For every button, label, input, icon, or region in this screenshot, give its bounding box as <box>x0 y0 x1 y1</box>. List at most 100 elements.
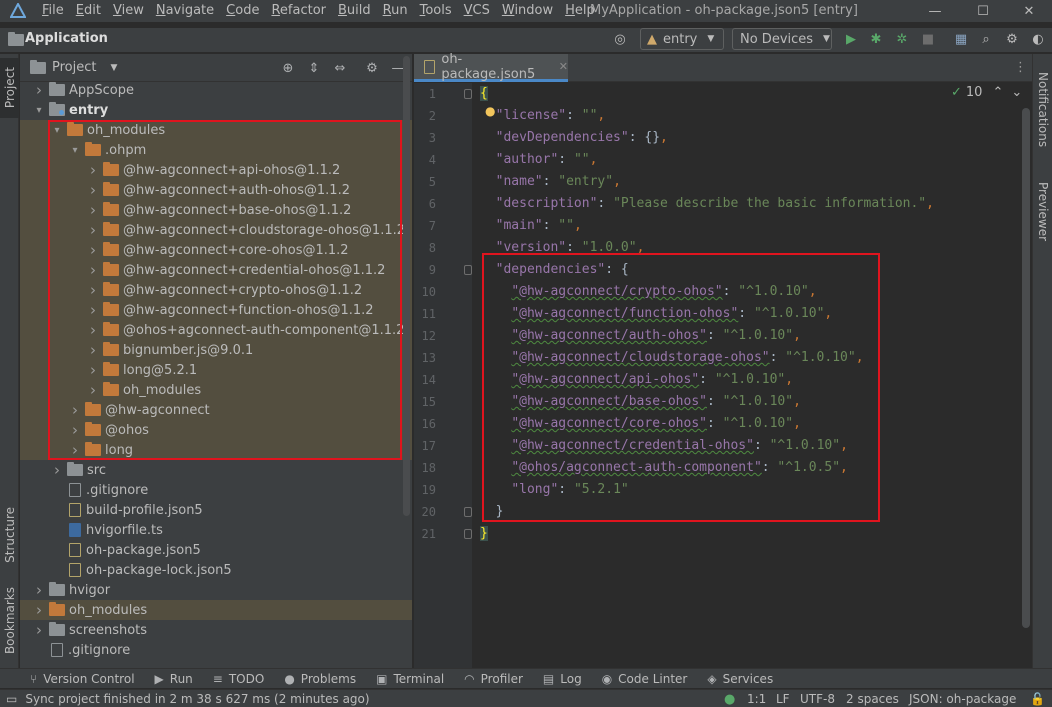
tree-item[interactable]: › @hw-agconnect+auth-ohos@1.1.2 <box>20 180 412 200</box>
menu-tools[interactable]: Tools <box>414 0 458 22</box>
stop-icon[interactable]: ■ <box>920 31 936 47</box>
previewer-tool-tab[interactable]: Previewer <box>1033 172 1052 252</box>
tree-item[interactable]: hvigorfile.ts <box>20 520 412 540</box>
minimize-button[interactable]: — <box>912 0 958 22</box>
device-select[interactable]: No Devices ▼ <box>732 28 832 50</box>
avatar-icon[interactable]: ◐ <box>1030 31 1046 47</box>
toolwindow-version-control[interactable]: ⑂ Version Control <box>30 672 135 686</box>
toolwindow-code-linter[interactable]: ◉ Code Linter <box>602 672 688 686</box>
chevron-right-icon[interactable]: › <box>68 400 82 420</box>
settings-icon[interactable]: ⚙ <box>1004 31 1020 47</box>
tree-item[interactable]: › src <box>20 460 412 480</box>
chevron-up-icon[interactable]: ⌃ <box>992 85 1003 100</box>
maximize-button[interactable]: ☐ <box>960 0 1006 22</box>
tree-item[interactable]: › screenshots <box>20 620 412 640</box>
menu-vcs[interactable]: VCS <box>458 0 496 22</box>
fold-marker-icon[interactable] <box>464 89 472 99</box>
breadcrumb-project[interactable]: Application <box>25 28 108 50</box>
chevron-down-icon[interactable]: ▾ <box>68 140 82 160</box>
json-schema[interactable]: JSON: oh-package <box>909 690 1016 707</box>
chevron-right-icon[interactable]: › <box>86 240 100 260</box>
attach-debugger-icon[interactable]: ✲ <box>894 31 910 47</box>
chevron-right-icon[interactable]: › <box>86 340 100 360</box>
chevron-right-icon[interactable]: › <box>86 360 100 380</box>
toolwindow-problems[interactable]: ● Problems <box>284 672 356 686</box>
menu-view[interactable]: View <box>107 0 150 22</box>
locate-file-icon[interactable]: ⊕ <box>280 60 296 76</box>
tree-item[interactable]: › long@5.2.1 <box>20 360 412 380</box>
toolwindow-terminal[interactable]: ▣ Terminal <box>376 672 444 686</box>
sync-icon[interactable]: ▭ <box>6 692 17 706</box>
chevron-down-icon[interactable]: ▾ <box>32 100 46 120</box>
run-config-select[interactable]: ▲ entry ▼ <box>640 28 724 50</box>
tree-item[interactable]: .gitignore <box>20 640 412 660</box>
toolwindow-profiler[interactable]: ◠ Profiler <box>464 672 523 686</box>
search-icon[interactable]: ⌕ <box>978 31 994 47</box>
chevron-right-icon[interactable]: › <box>86 160 100 180</box>
project-tool-tab[interactable]: Project <box>0 58 19 118</box>
lightbulb-icon[interactable]: ● <box>485 104 495 118</box>
menu-navigate[interactable]: Navigate <box>150 0 220 22</box>
bookmarks-tool-tab[interactable]: Bookmarks <box>0 576 19 666</box>
chevron-right-icon[interactable]: › <box>32 620 46 640</box>
debug-icon[interactable]: ✱ <box>868 31 884 47</box>
gear-icon[interactable]: ⚙ <box>364 60 380 76</box>
tree-item[interactable]: .gitignore <box>20 480 412 500</box>
indent-setting[interactable]: 2 spaces <box>846 690 899 707</box>
tab-oh-package-json5[interactable]: oh-package.json5 ✕ <box>414 52 568 82</box>
menu-edit[interactable]: Edit <box>70 0 107 22</box>
tree-item[interactable]: › @hw-agconnect+cloudstorage-ohos@1.1.2 <box>20 220 412 240</box>
more-tabs-icon[interactable]: ⋮ <box>1014 60 1027 75</box>
chevron-down-icon[interactable]: ▾ <box>50 120 64 140</box>
tree-item[interactable]: › @hw-agconnect+crypto-ohos@1.1.2 <box>20 280 412 300</box>
chevron-right-icon[interactable]: › <box>86 260 100 280</box>
chevron-right-icon[interactable]: › <box>86 300 100 320</box>
chevron-right-icon[interactable]: › <box>86 180 100 200</box>
tree-item[interactable]: › @hw-agconnect+base-ohos@1.1.2 <box>20 200 412 220</box>
tree-item[interactable]: ▾ entry <box>20 100 412 120</box>
project-panel-title[interactable]: Project <box>52 60 96 75</box>
device-manager-icon[interactable]: ▦ <box>953 31 969 47</box>
tree-item[interactable]: › @hw-agconnect+function-ohos@1.1.2 <box>20 300 412 320</box>
close-icon[interactable]: ✕ <box>559 60 568 73</box>
chevron-down-icon[interactable]: ▼ <box>110 63 117 73</box>
menu-build[interactable]: Build <box>332 0 377 22</box>
tree-item[interactable]: oh-package-lock.json5 <box>20 560 412 580</box>
chevron-right-icon[interactable]: › <box>86 200 100 220</box>
toolwindow-todo[interactable]: ≡ TODO <box>213 672 265 686</box>
status-indicator[interactable]: ● <box>724 690 735 707</box>
chevron-right-icon[interactable]: › <box>86 280 100 300</box>
menu-window[interactable]: Window <box>496 0 559 22</box>
toolwindow-run[interactable]: ▶ Run <box>155 672 193 686</box>
tree-item[interactable]: › bignumber.js@9.0.1 <box>20 340 412 360</box>
run-icon[interactable]: ▶ <box>843 31 859 47</box>
tree-item[interactable]: › @ohos <box>20 420 412 440</box>
tree-item[interactable]: › hvigor <box>20 580 412 600</box>
chevron-right-icon[interactable]: › <box>86 220 100 240</box>
chevron-right-icon[interactable]: › <box>86 320 100 340</box>
tree-item[interactable]: › @hw-agconnect+credential-ohos@1.1.2 <box>20 260 412 280</box>
caret-position[interactable]: 1:1 <box>747 690 766 707</box>
tree-item[interactable]: › @hw-agconnect+core-ohos@1.1.2 <box>20 240 412 260</box>
line-separator[interactable]: LF <box>776 690 790 707</box>
tree-item[interactable]: ▾ oh_modules <box>20 120 412 140</box>
expand-all-icon[interactable]: ⇕ <box>306 60 322 76</box>
chevron-right-icon[interactable]: › <box>86 380 100 400</box>
chevron-right-icon[interactable]: › <box>68 420 82 440</box>
menu-run[interactable]: Run <box>377 0 414 22</box>
fold-marker-icon[interactable] <box>464 265 472 275</box>
close-window-button[interactable]: ✕ <box>1006 0 1052 22</box>
toolwindow-services[interactable]: ◈ Services <box>707 672 773 686</box>
menu-file[interactable]: File <box>36 0 70 22</box>
tree-item[interactable]: › @ohos+agconnect-auth-component@1.1.2 <box>20 320 412 340</box>
tree-item[interactable]: oh-package.json5 <box>20 540 412 560</box>
fold-marker-icon[interactable] <box>464 529 472 539</box>
tree-item[interactable]: › oh_modules <box>20 600 412 620</box>
menu-refactor[interactable]: Refactor <box>265 0 332 22</box>
chevron-right-icon[interactable]: › <box>32 580 46 600</box>
tree-item[interactable]: › @hw-agconnect+api-ohos@1.1.2 <box>20 160 412 180</box>
inspections-widget[interactable]: ✓ 10 ⌃ ⌄ <box>951 85 1022 100</box>
toolwindow-log[interactable]: ▤ Log <box>543 672 582 686</box>
chevron-right-icon[interactable]: › <box>50 460 64 480</box>
tree-item[interactable]: › @hw-agconnect <box>20 400 412 420</box>
